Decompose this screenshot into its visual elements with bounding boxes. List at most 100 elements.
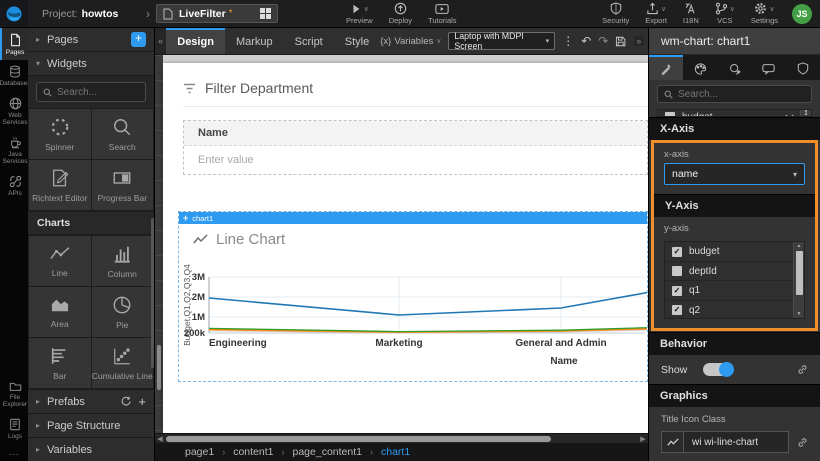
list-scrollbar[interactable]: ▲▼ <box>793 242 804 318</box>
bind-link-icon[interactable] <box>797 364 808 375</box>
tab-style[interactable]: Style <box>334 28 380 54</box>
properties-tab-pencil[interactable] <box>649 55 683 80</box>
save-icon[interactable] <box>615 35 626 48</box>
widget-tile-spinner[interactable]: Spinner <box>29 109 91 159</box>
breadcrumb-item-chart1[interactable]: chart1 <box>381 446 410 458</box>
vcs-button[interactable]: ∨ VCS <box>707 2 743 25</box>
canvas-hscrollbar[interactable]: ◀ ▶ <box>155 433 648 443</box>
grid-icon[interactable] <box>260 8 271 19</box>
i18n-button[interactable]: I18N <box>675 2 707 25</box>
checkbox[interactable]: ✓ <box>672 286 682 296</box>
deploy-button[interactable]: Deploy <box>381 0 420 27</box>
undo-icon[interactable]: ↶ <box>581 35 591 47</box>
tutorials-button[interactable]: Tutorials <box>420 0 464 27</box>
chart-widget[interactable]: + chart1 Line Chart 3M2M1M200kEngineerin… <box>178 211 648 382</box>
list-scrollbar[interactable]: ▲▼ <box>800 110 811 116</box>
variables-dropdown[interactable]: {x} Variables ∨ <box>380 36 441 47</box>
add-page-button[interactable]: + <box>131 32 146 47</box>
widget-tile-richtext-editor[interactable]: Richtext Editor <box>29 160 91 210</box>
rail-more-button[interactable]: ... <box>0 444 28 461</box>
more-options-icon[interactable]: ⋮ <box>562 35 574 47</box>
list-item[interactable]: ✓ q1 <box>665 281 804 301</box>
widget-tile-cumulative-line[interactable]: Cumulative Line <box>92 338 154 388</box>
file-icon <box>9 33 22 47</box>
scroll-right-icon[interactable]: ▶ <box>638 434 648 443</box>
export-button[interactable]: ∨ Export <box>637 2 675 25</box>
properties-tab-palette[interactable] <box>683 55 717 80</box>
tab-script[interactable]: Script <box>284 28 334 54</box>
widget-name-label: chart1 <box>192 214 213 223</box>
collapse-right-button[interactable]: » <box>634 36 644 46</box>
list-item[interactable]: deptId <box>665 262 804 282</box>
widget-tile-area[interactable]: Area <box>29 287 91 337</box>
breadcrumb-item-page_content1[interactable]: page_content1 <box>293 446 362 458</box>
sidebar-section-prefabs[interactable]: ▸Prefabs + <box>28 389 154 413</box>
widget-tile-line[interactable]: Line <box>29 236 91 286</box>
palette-scrollbar[interactable] <box>151 218 154 368</box>
svg-text:Marketing: Marketing <box>375 338 422 349</box>
widget-tile-pie[interactable]: Pie <box>92 287 154 337</box>
tab-design[interactable]: Design <box>166 28 225 54</box>
sidebar-section-page-structure[interactable]: ▸Page Structure <box>28 413 154 437</box>
canvas-vscroll-thumb[interactable] <box>157 345 161 390</box>
preview-button[interactable]: ∨ Preview <box>338 0 381 27</box>
rail-item-web-services[interactable]: Web Services <box>0 92 28 131</box>
page-tab-livefilter[interactable]: LiveFilter * <box>156 4 278 23</box>
collapse-arrow-icon: ▸ <box>36 35 40 44</box>
app-logo[interactable] <box>0 0 28 27</box>
list-item[interactable]: ✓ budget <box>665 242 804 262</box>
sidebar-section-widgets[interactable]: ▾ Widgets <box>28 52 154 76</box>
bind-link-icon[interactable] <box>797 437 808 448</box>
redo-icon[interactable]: ↷ <box>598 35 608 47</box>
widget-tile-column[interactable]: Column <box>92 236 154 286</box>
rail-item-file-explorer[interactable]: File Explorer <box>0 375 28 413</box>
properties-tab-chat[interactable] <box>752 55 786 80</box>
title-icon-class-input[interactable]: wi wi-line-chart <box>683 431 789 453</box>
move-handle-icon[interactable]: + <box>183 213 188 223</box>
chart-title-row: Line Chart <box>179 224 647 254</box>
sidebar-section-pages[interactable]: ▸ Pages + <box>28 28 154 52</box>
device-select[interactable]: Laptop with MDPI Screen ▾ <box>448 32 555 50</box>
tab-markup[interactable]: Markup <box>225 28 284 54</box>
rail-item-pages[interactable]: Pages <box>0 28 28 60</box>
name-filter-input[interactable] <box>184 146 647 174</box>
checkbox[interactable] <box>672 266 682 276</box>
settings-button[interactable]: ∨ Settings <box>743 2 786 25</box>
rail-item-logs[interactable]: Logs <box>0 413 28 444</box>
line-chart-svg: 3M2M1M200kEngineeringMarketingGeneral an… <box>179 254 647 376</box>
checkbox[interactable]: ✓ <box>672 247 682 257</box>
properties-tab-inspect[interactable] <box>717 55 751 80</box>
scroll-left-icon[interactable]: ◀ <box>155 434 165 443</box>
security-button[interactable]: Security <box>594 2 637 25</box>
collapse-left-button[interactable]: « <box>155 28 166 54</box>
checkbox[interactable]: ✓ <box>672 305 682 315</box>
topbar-actions: ∨ Preview Deploy Tutorials <box>338 0 465 27</box>
selected-widget-badge[interactable]: + chart1 <box>179 212 647 224</box>
breadcrumb-item-content1[interactable]: content1 <box>233 446 273 458</box>
properties-search-input[interactable] <box>678 89 805 100</box>
x-axis-selected-value: name <box>672 168 698 180</box>
rail-item-apis[interactable]: APIs <box>0 170 28 201</box>
list-item[interactable]: ✓ q2 <box>665 301 804 320</box>
svg-text:Engineering: Engineering <box>209 338 267 349</box>
user-avatar[interactable]: JS <box>792 4 812 24</box>
chat-icon <box>762 63 775 75</box>
globe-icon <box>9 97 22 110</box>
sidebar-section-variables[interactable]: ▸Variables <box>28 437 154 461</box>
design-canvas: Filter Department Name + chart1 <box>155 55 648 433</box>
widget-search-input[interactable] <box>57 87 139 98</box>
hscroll-thumb[interactable] <box>166 436 551 442</box>
properties-tab-shield2[interactable] <box>786 55 820 80</box>
show-toggle[interactable] <box>703 363 733 376</box>
checkbox[interactable] <box>665 112 675 117</box>
widget-tile-bar[interactable]: Bar <box>29 338 91 388</box>
widget-tile-progress-bar[interactable]: Progress Bar <box>92 160 154 210</box>
x-axis-select[interactable]: name ▾ <box>664 163 805 185</box>
expand-arrow-icon: ▾ <box>36 59 40 68</box>
breadcrumb-item-page1[interactable]: page1 <box>185 446 214 458</box>
rail-item-databases[interactable]: Databases <box>0 60 28 91</box>
widget-tile-search[interactable]: Search <box>92 109 154 159</box>
list-item[interactable]: budget <box>658 110 811 117</box>
logs-icon <box>9 418 21 431</box>
rail-item-java-services[interactable]: Java Services <box>0 131 28 170</box>
